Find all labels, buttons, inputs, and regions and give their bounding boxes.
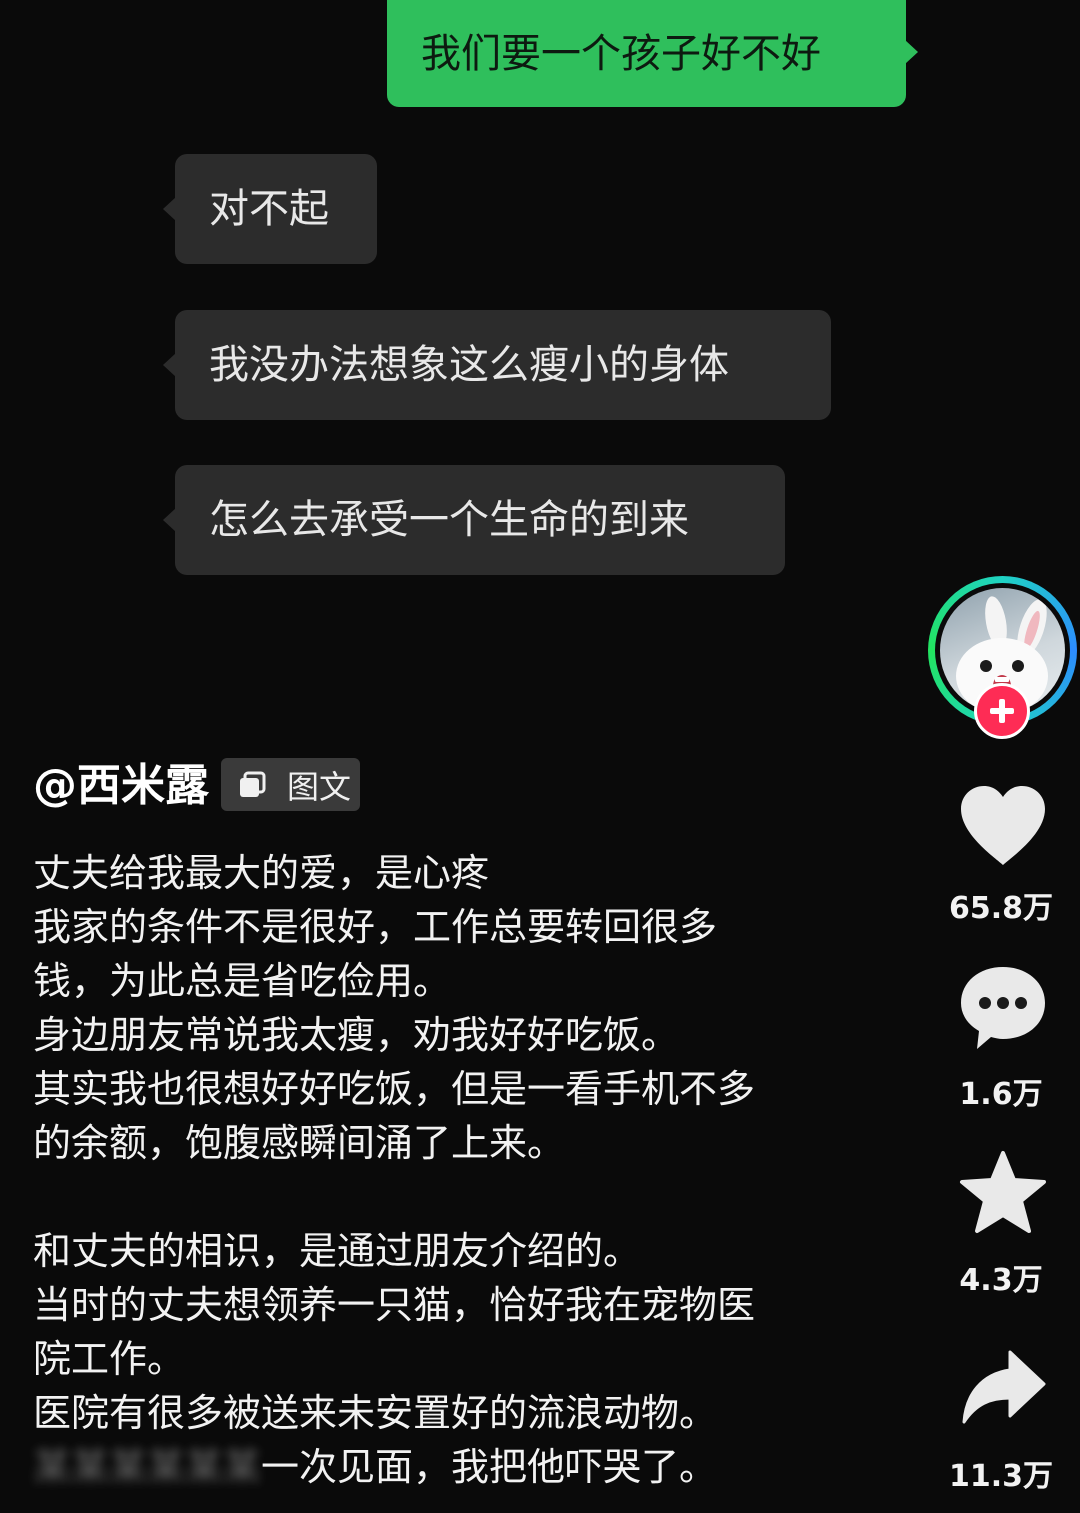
post-type-tag: 图文	[221, 758, 360, 811]
sent-message-bubble: 我们要一个孩子好不好	[387, 0, 918, 107]
caption-faded-text: 某某某某某某	[33, 1445, 262, 1489]
caption-line: 丈夫给我最大的爱，是心疼	[33, 851, 490, 895]
favorite-count: 4.3万	[959, 1263, 1043, 1298]
plus-icon	[990, 699, 1014, 723]
caption-line: 的余额，饱腹感瞬间涌了上来。	[33, 1121, 566, 1165]
like-button[interactable]	[953, 780, 1053, 870]
share-button[interactable]	[953, 1343, 1053, 1433]
received-message-text: 怎么去承受一个生命的到来	[209, 497, 689, 543]
sent-message-text: 我们要一个孩子好不好	[421, 30, 821, 77]
caption-line: 钱，为此总是省吃俭用。	[33, 959, 452, 1003]
caption-line: 院工作。	[33, 1337, 186, 1381]
comment-button[interactable]	[953, 963, 1053, 1053]
like-count: 65.8万	[948, 891, 1054, 926]
share-arrow-icon	[962, 1350, 1046, 1424]
caption-line: 医院有很多被送来未安置好的流浪动物。	[33, 1391, 718, 1435]
follow-button[interactable]	[974, 683, 1030, 739]
received-message-bubble: 怎么去承受一个生命的到来	[163, 465, 785, 575]
caption-line: 我家的条件不是很好，工作总要转回很多	[33, 905, 718, 949]
received-message-bubble: 对不起	[163, 154, 377, 264]
comment-icon	[961, 967, 1045, 1049]
received-message-text: 对不起	[209, 186, 329, 232]
caption-paragraph-gap	[33, 1170, 833, 1224]
caption-last-line: 某某某某某某一次见面，我把他吓哭了。	[33, 1440, 833, 1494]
comment-count: 1.6万	[959, 1077, 1043, 1112]
post-caption[interactable]: 丈夫给我最大的爱，是心疼 我家的条件不是很好，工作总要转回很多 钱，为此总是省吃…	[33, 846, 833, 1494]
received-message-bubble: 我没办法想象这么瘦小的身体	[163, 310, 831, 420]
caption-line: 当时的丈夫想领养一只猫，恰好我在宠物医	[33, 1283, 756, 1327]
author-name[interactable]: @西米露	[33, 758, 209, 814]
post-type-label: 图文	[287, 767, 352, 806]
caption-line-visible: 一次见面，我把他吓哭了。	[261, 1445, 718, 1489]
star-icon	[960, 1151, 1046, 1233]
received-message-text: 我没办法想象这么瘦小的身体	[209, 342, 729, 388]
favorite-button[interactable]	[953, 1148, 1053, 1238]
caption-line: 其实我也很想好好吃饭，但是一看手机不多	[33, 1067, 756, 1111]
image-post-icon	[240, 771, 266, 797]
caption-line: 身边朋友常说我太瘦，劝我好好吃饭。	[33, 1013, 680, 1057]
share-count: 11.3万	[948, 1459, 1054, 1494]
heart-icon	[961, 786, 1045, 865]
caption-line: 和丈夫的相识，是通过朋友介绍的。	[33, 1229, 642, 1273]
